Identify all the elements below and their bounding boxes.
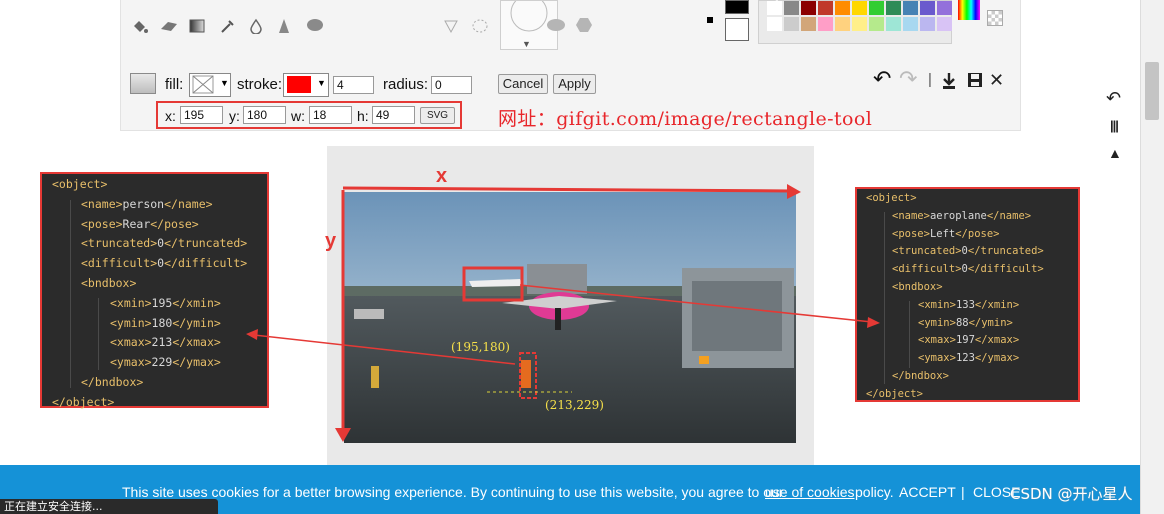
- cookie-policy-suffix: policy.: [855, 484, 894, 500]
- side-tree-icon[interactable]: ▲: [1108, 145, 1122, 161]
- side-undo-icon[interactable]: ↶: [1106, 88, 1121, 109]
- cookie-message: This site uses cookies for a better brow…: [122, 484, 784, 500]
- csdn-watermark: CSDN @开心星人: [1010, 485, 1133, 503]
- cookie-policy-link[interactable]: use of cookies: [765, 484, 855, 500]
- side-columns-icon[interactable]: |||: [1110, 118, 1119, 133]
- page-scrollbar[interactable]: [1140, 0, 1164, 514]
- cookie-separator: |: [961, 484, 965, 500]
- connector-lines: [246, 284, 880, 365]
- cookie-accept-button[interactable]: ACCEPT: [899, 484, 956, 500]
- browser-status-bar: 正在建立安全连接...: [0, 499, 218, 514]
- scrollbar-track: [1142, 0, 1164, 465]
